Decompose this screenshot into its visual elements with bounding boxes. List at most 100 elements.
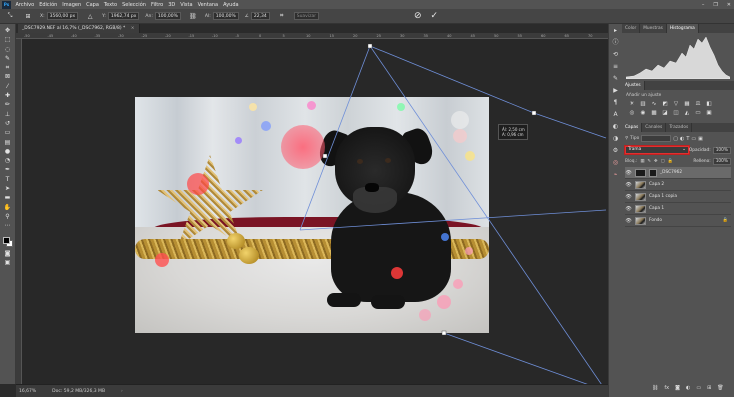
marquee-tool-icon[interactable]: ⬚: [3, 36, 13, 43]
eraser-tool-icon[interactable]: ▭: [3, 129, 13, 136]
timeline-icon[interactable]: ⌁: [611, 171, 620, 179]
menu-ayuda[interactable]: Ayuda: [221, 2, 241, 8]
interpolation-select[interactable]: Suavizar: [293, 12, 320, 20]
visibility-eye-icon[interactable]: 👁: [625, 194, 632, 200]
actions-icon[interactable]: ▶: [611, 87, 620, 95]
path-select-tool-icon[interactable]: ➤: [3, 185, 13, 192]
navigator-icon[interactable]: ▸: [611, 27, 620, 35]
x-input[interactable]: 3560,00 px: [46, 12, 79, 20]
exposure-icon[interactable]: ◩: [661, 101, 669, 108]
opacity-input[interactable]: 100%: [712, 146, 731, 154]
lock-move-icon[interactable]: ✥: [654, 159, 658, 164]
status-menu-icon[interactable]: ›: [121, 389, 123, 394]
move-tool-icon[interactable]: ✥: [3, 27, 13, 34]
restore-icon[interactable]: ❐: [713, 2, 717, 8]
new-layer-icon[interactable]: ⊞: [707, 385, 711, 391]
color-lookup-icon[interactable]: ▩: [650, 110, 658, 117]
rectangle-tool-icon[interactable]: ▬: [3, 194, 13, 201]
lock-artboard-icon[interactable]: ▢: [661, 159, 665, 164]
tab-muestras[interactable]: Muestras: [640, 24, 667, 33]
layer-row[interactable]: 👁 Capa 1: [625, 203, 731, 215]
layer-row[interactable]: 👁 Capa 1 copia: [625, 191, 731, 203]
glyphs-icon[interactable]: ◑: [611, 135, 620, 143]
channel-mixer-icon[interactable]: ◉: [639, 110, 647, 117]
hue-icon[interactable]: ▦: [683, 101, 691, 108]
menu-archivo[interactable]: Archivo: [13, 2, 37, 8]
visibility-eye-icon[interactable]: 👁: [625, 218, 632, 224]
close-window-icon[interactable]: ✕: [727, 2, 731, 8]
add-mask-icon[interactable]: ◙: [675, 385, 680, 391]
filter-smart-icon[interactable]: ▣: [698, 136, 703, 142]
lock-pixels-icon[interactable]: ▦: [640, 159, 644, 164]
gradient-map-icon[interactable]: ▭: [694, 110, 702, 117]
blend-mode-select[interactable]: Trama ⌄: [624, 145, 690, 155]
layer-filter-select[interactable]: [641, 135, 672, 142]
fill-input[interactable]: 100%: [712, 157, 731, 165]
height-input[interactable]: 100,00%: [212, 12, 239, 20]
frame-tool-icon[interactable]: ⊠: [3, 73, 13, 80]
pen-tool-icon[interactable]: ✒: [3, 166, 13, 173]
menu-edicion[interactable]: Edición: [37, 2, 60, 8]
tab-canales[interactable]: Canales: [642, 123, 667, 132]
tab-capas[interactable]: Capas: [622, 123, 643, 132]
brush-tool-icon[interactable]: ✏: [3, 101, 13, 108]
invert-icon[interactable]: ◪: [661, 110, 669, 117]
lock-paint-icon[interactable]: ✎: [647, 159, 651, 164]
menu-ventana[interactable]: Ventana: [195, 2, 221, 8]
photo-filter-icon[interactable]: ◎: [628, 110, 636, 117]
tab-trazados[interactable]: Trazados: [666, 123, 693, 132]
filter-adjust-icon[interactable]: ◐: [680, 136, 684, 142]
zoom-tool-icon[interactable]: ⚲: [3, 213, 13, 220]
document-image[interactable]: [135, 97, 489, 333]
width-input[interactable]: 100,00%: [154, 12, 181, 20]
layer-row[interactable]: 👁 Capa 2: [625, 179, 731, 191]
link-icon[interactable]: ⛓: [187, 12, 199, 21]
menu-3d[interactable]: 3D: [166, 2, 178, 8]
posterize-icon[interactable]: ◫: [672, 110, 680, 117]
info-icon[interactable]: ⓘ: [611, 39, 620, 47]
angle-input[interactable]: 22,34: [250, 12, 270, 20]
cancel-transform-icon[interactable]: ⊘: [414, 10, 422, 22]
paragraph-icon[interactable]: ¶: [611, 99, 620, 107]
reference-point-icon[interactable]: ⊞: [22, 12, 34, 21]
quick-mask-icon[interactable]: ◙: [3, 250, 13, 257]
menu-imagen[interactable]: Imagen: [60, 2, 84, 8]
character-icon[interactable]: A: [611, 111, 620, 119]
crop-tool-icon[interactable]: ⌗: [3, 64, 13, 71]
brush-settings-icon[interactable]: ✎: [611, 75, 620, 83]
styles-icon[interactable]: ◐: [611, 123, 620, 131]
levels-icon[interactable]: ▥: [639, 101, 647, 108]
properties-icon[interactable]: ≡: [611, 63, 620, 71]
layer-style-icon[interactable]: fx: [664, 385, 669, 391]
visibility-eye-icon[interactable]: 👁: [625, 170, 632, 176]
new-group-icon[interactable]: ▭: [696, 385, 701, 391]
color-balance-icon[interactable]: ⚖: [694, 101, 702, 108]
canvas-workspace[interactable]: [22, 39, 608, 384]
layer-row[interactable]: 👁 Fondo 🔒: [625, 215, 731, 227]
filter-pixel-icon[interactable]: ▢: [673, 136, 678, 142]
minimize-icon[interactable]: –: [702, 2, 705, 8]
menu-vista[interactable]: Vista: [178, 2, 195, 8]
tab-color[interactable]: Color: [622, 24, 641, 33]
close-tab-icon[interactable]: ×: [131, 26, 135, 31]
menu-texto[interactable]: Texto: [101, 2, 119, 8]
threshold-icon[interactable]: ◭: [683, 110, 691, 117]
commit-transform-icon[interactable]: ✓: [431, 10, 439, 22]
libraries-icon[interactable]: ⚙: [611, 147, 620, 155]
menu-capa[interactable]: Capa: [84, 2, 102, 8]
eyedropper-tool-icon[interactable]: ⁄: [3, 83, 13, 90]
curves-icon[interactable]: ∿: [650, 101, 658, 108]
learn-icon[interactable]: ◎: [611, 159, 620, 167]
screen-mode-icon[interactable]: ▣: [3, 259, 13, 266]
visibility-eye-icon[interactable]: 👁: [625, 206, 632, 212]
hand-tool-icon[interactable]: ✋: [3, 204, 13, 211]
warp-icon[interactable]: ⌗: [276, 12, 288, 21]
tab-ajustes[interactable]: Ajustes: [622, 81, 645, 90]
dodge-tool-icon[interactable]: ◔: [3, 157, 13, 164]
color-swatches[interactable]: [2, 236, 14, 248]
layer-row[interactable]: 👁 _DSC7962: [625, 167, 731, 179]
filter-type-icon[interactable]: T: [686, 136, 689, 142]
type-tool-icon[interactable]: T: [3, 176, 13, 183]
document-tab[interactable]: _DSC7929.NEF al 16,7% (_DSC7962, RGB/8) …: [18, 24, 140, 33]
lock-all-icon[interactable]: 🔒: [668, 159, 673, 164]
